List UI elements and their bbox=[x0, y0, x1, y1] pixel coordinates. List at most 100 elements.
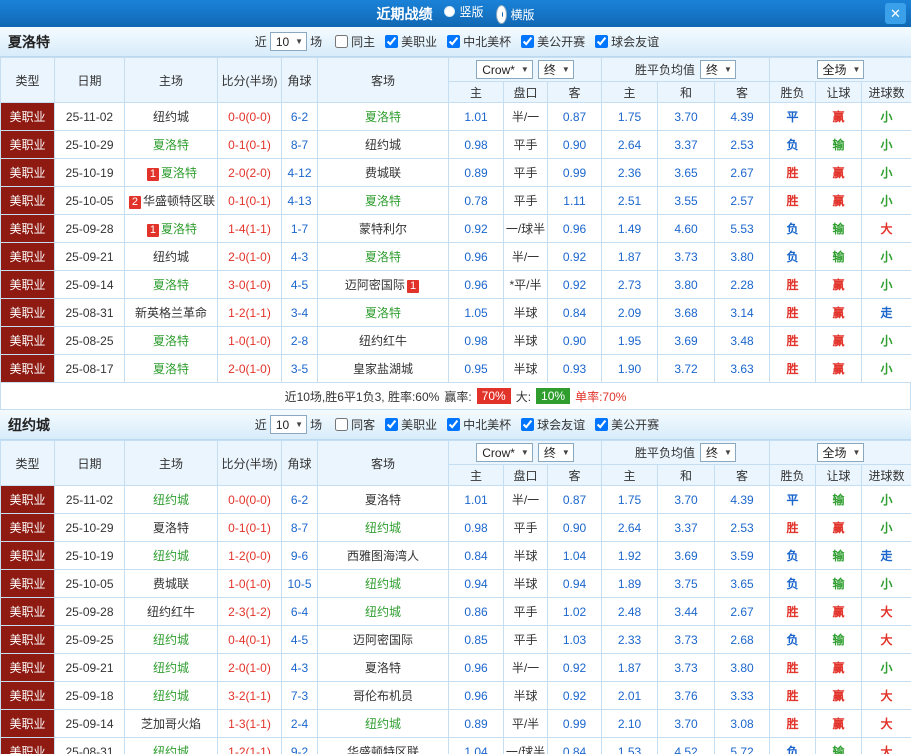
away-team-cell[interactable]: 蒙特利尔 bbox=[317, 214, 449, 243]
away-team-cell[interactable]: 纽约城 bbox=[317, 597, 449, 626]
home-team-cell[interactable]: 纽约城 bbox=[124, 102, 218, 131]
match-count-select[interactable]: 10 ▼ bbox=[269, 32, 308, 51]
filter-checkbox[interactable] bbox=[521, 418, 535, 431]
filter-checkbox[interactable] bbox=[335, 418, 349, 431]
radio-label: 竖版 bbox=[459, 5, 484, 19]
sub-column-header: 客 bbox=[714, 81, 770, 103]
home-team-cell[interactable]: 纽约城 bbox=[124, 653, 218, 682]
away-team-cell[interactable]: 纽约城 bbox=[317, 569, 449, 598]
sub-column-header: 主 bbox=[601, 464, 658, 486]
home-team-cell[interactable]: 夏洛特 bbox=[124, 354, 218, 383]
date-cell: 25-10-29 bbox=[54, 130, 125, 159]
home-team-cell[interactable]: 费城联 bbox=[124, 569, 218, 598]
handicap-line-cell: 平手 bbox=[503, 158, 548, 187]
column-header: 主场 bbox=[124, 440, 218, 486]
score-cell: 1-0(1-0) bbox=[217, 326, 282, 355]
home-team-cell[interactable]: 纽约城 bbox=[124, 737, 218, 754]
layout-radio-option-1[interactable]: 横版 bbox=[495, 5, 535, 24]
filter-checkbox[interactable] bbox=[385, 418, 399, 431]
away-team-cell[interactable]: 迈阿密国际 bbox=[317, 625, 449, 654]
column-header: 比分(半场) bbox=[217, 440, 282, 486]
avg-home-cell: 2.01 bbox=[601, 681, 658, 710]
home-team-cell[interactable]: 纽约城 bbox=[124, 681, 218, 710]
filter-checkbox[interactable] bbox=[447, 418, 461, 431]
away-team-name: 纽约城 bbox=[364, 521, 401, 535]
filter-checkbox[interactable] bbox=[595, 418, 609, 431]
avg-draw-cell: 3.37 bbox=[657, 130, 715, 159]
fullmatch-select[interactable]: 全场 ▼ bbox=[816, 60, 865, 79]
away-team-cell[interactable]: 夏洛特 bbox=[317, 242, 449, 271]
filter-checkbox[interactable] bbox=[385, 35, 399, 48]
home-team-cell[interactable]: 夏洛特 bbox=[124, 326, 218, 355]
away-team-cell[interactable]: 纽约城 bbox=[317, 709, 449, 738]
fullmatch-select[interactable]: 全场 ▼ bbox=[816, 443, 865, 462]
corner-cell: 6-2 bbox=[281, 102, 318, 131]
filter-checkbox[interactable] bbox=[521, 35, 535, 48]
home-team-cell[interactable]: 纽约城 bbox=[124, 242, 218, 271]
filter-checkbox[interactable] bbox=[447, 35, 461, 48]
close-button[interactable]: ✕ bbox=[885, 3, 906, 24]
filter-checkbox[interactable] bbox=[595, 35, 609, 48]
away-team-cell[interactable]: 纽约城 bbox=[317, 130, 449, 159]
away-team-cell[interactable]: 西雅图海湾人 bbox=[317, 541, 449, 570]
handicap-line-cell: 半/一 bbox=[503, 653, 548, 682]
handicap-line-cell: 半球 bbox=[503, 569, 548, 598]
away-team-name: 费城联 bbox=[364, 166, 401, 180]
home-team-cell[interactable]: 1 夏洛特 bbox=[124, 214, 218, 243]
odds-company-select[interactable]: Crow* ▼ bbox=[476, 60, 533, 79]
home-team-cell[interactable]: 芝加哥火焰 bbox=[124, 709, 218, 738]
handicap-result-cell: 赢 bbox=[815, 298, 862, 327]
away-team-cell[interactable]: 夏洛特 bbox=[317, 485, 449, 514]
away-team-cell[interactable]: 夏洛特 bbox=[317, 653, 449, 682]
home-team-cell[interactable]: 夏洛特 bbox=[124, 513, 218, 542]
avg-final-select[interactable]: 终 ▼ bbox=[700, 60, 736, 79]
handicap-line-cell: 半球 bbox=[503, 681, 548, 710]
away-team-cell[interactable]: 纽约红牛 bbox=[317, 326, 449, 355]
home-team-cell[interactable]: 新英格兰革命 bbox=[124, 298, 218, 327]
home-team-cell[interactable]: 2 华盛顿特区联 bbox=[124, 186, 218, 215]
avg-final-select[interactable]: 终 ▼ bbox=[700, 443, 736, 462]
avg-away-cell: 4.39 bbox=[714, 485, 770, 514]
filter-label: 美职业 bbox=[401, 418, 438, 432]
avg-home-cell: 1.53 bbox=[601, 737, 658, 754]
home-team-cell[interactable]: 夏洛特 bbox=[124, 130, 218, 159]
away-team-cell[interactable]: 纽约城 bbox=[317, 513, 449, 542]
away-team-name: 西雅图海湾人 bbox=[346, 549, 419, 563]
odds-final-select[interactable]: 终 ▼ bbox=[537, 60, 574, 79]
home-team-cell[interactable]: 纽约城 bbox=[124, 541, 218, 570]
topbar: 近期战绩 竖版 横版 ✕ bbox=[0, 0, 911, 27]
goals-result-cell: 小 bbox=[861, 102, 911, 131]
avg-home-cell: 1.90 bbox=[601, 354, 658, 383]
odds-final-select[interactable]: 终 ▼ bbox=[537, 443, 574, 462]
home-team-name: 纽约城 bbox=[152, 110, 189, 124]
score-cell: 1-3(1-1) bbox=[217, 709, 282, 738]
away-team-cell[interactable]: 夏洛特 bbox=[317, 102, 449, 131]
away-team-cell[interactable]: 迈阿密国际 1 bbox=[317, 270, 449, 299]
odds-away-cell: 1.11 bbox=[547, 186, 602, 215]
team-title: 纽约城 bbox=[8, 416, 50, 433]
away-team-cell[interactable]: 夏洛特 bbox=[317, 298, 449, 327]
odds-company-select[interactable]: Crow* ▼ bbox=[476, 443, 533, 462]
match-count-select[interactable]: 10 ▼ bbox=[269, 415, 308, 434]
away-team-cell[interactable]: 华盛顿特区联 bbox=[317, 737, 449, 754]
home-team-cell[interactable]: 1 夏洛特 bbox=[124, 158, 218, 187]
away-team-cell[interactable]: 夏洛特 bbox=[317, 186, 449, 215]
home-team-cell[interactable]: 夏洛特 bbox=[124, 270, 218, 299]
league-cell: 美职业 bbox=[0, 625, 55, 654]
league-cell: 美职业 bbox=[0, 653, 55, 682]
away-team-cell[interactable]: 皇家盐湖城 bbox=[317, 354, 449, 383]
home-team-cell[interactable]: 纽约城 bbox=[124, 485, 218, 514]
big-rate-badge: 10% bbox=[536, 388, 571, 404]
home-team-cell[interactable]: 纽约红牛 bbox=[124, 597, 218, 626]
odds-home-cell: 0.96 bbox=[448, 270, 504, 299]
filter-bar: 近 10 ▼ 场 同客 美职业 中北美杯 球会友谊 美公开赛 bbox=[252, 415, 659, 434]
layout-radio-option-0[interactable]: 竖版 bbox=[444, 3, 484, 20]
home-team-cell[interactable]: 纽约城 bbox=[124, 625, 218, 654]
filter-checkbox[interactable] bbox=[335, 35, 349, 48]
handicap-result-cell: 赢 bbox=[815, 186, 862, 215]
odds-final-select-value: 终 bbox=[543, 63, 556, 77]
odds-away-cell: 1.02 bbox=[547, 597, 602, 626]
away-team-cell[interactable]: 费城联 bbox=[317, 158, 449, 187]
away-team-cell[interactable]: 哥伦布机员 bbox=[317, 681, 449, 710]
filter-label: 同主 bbox=[351, 35, 376, 49]
